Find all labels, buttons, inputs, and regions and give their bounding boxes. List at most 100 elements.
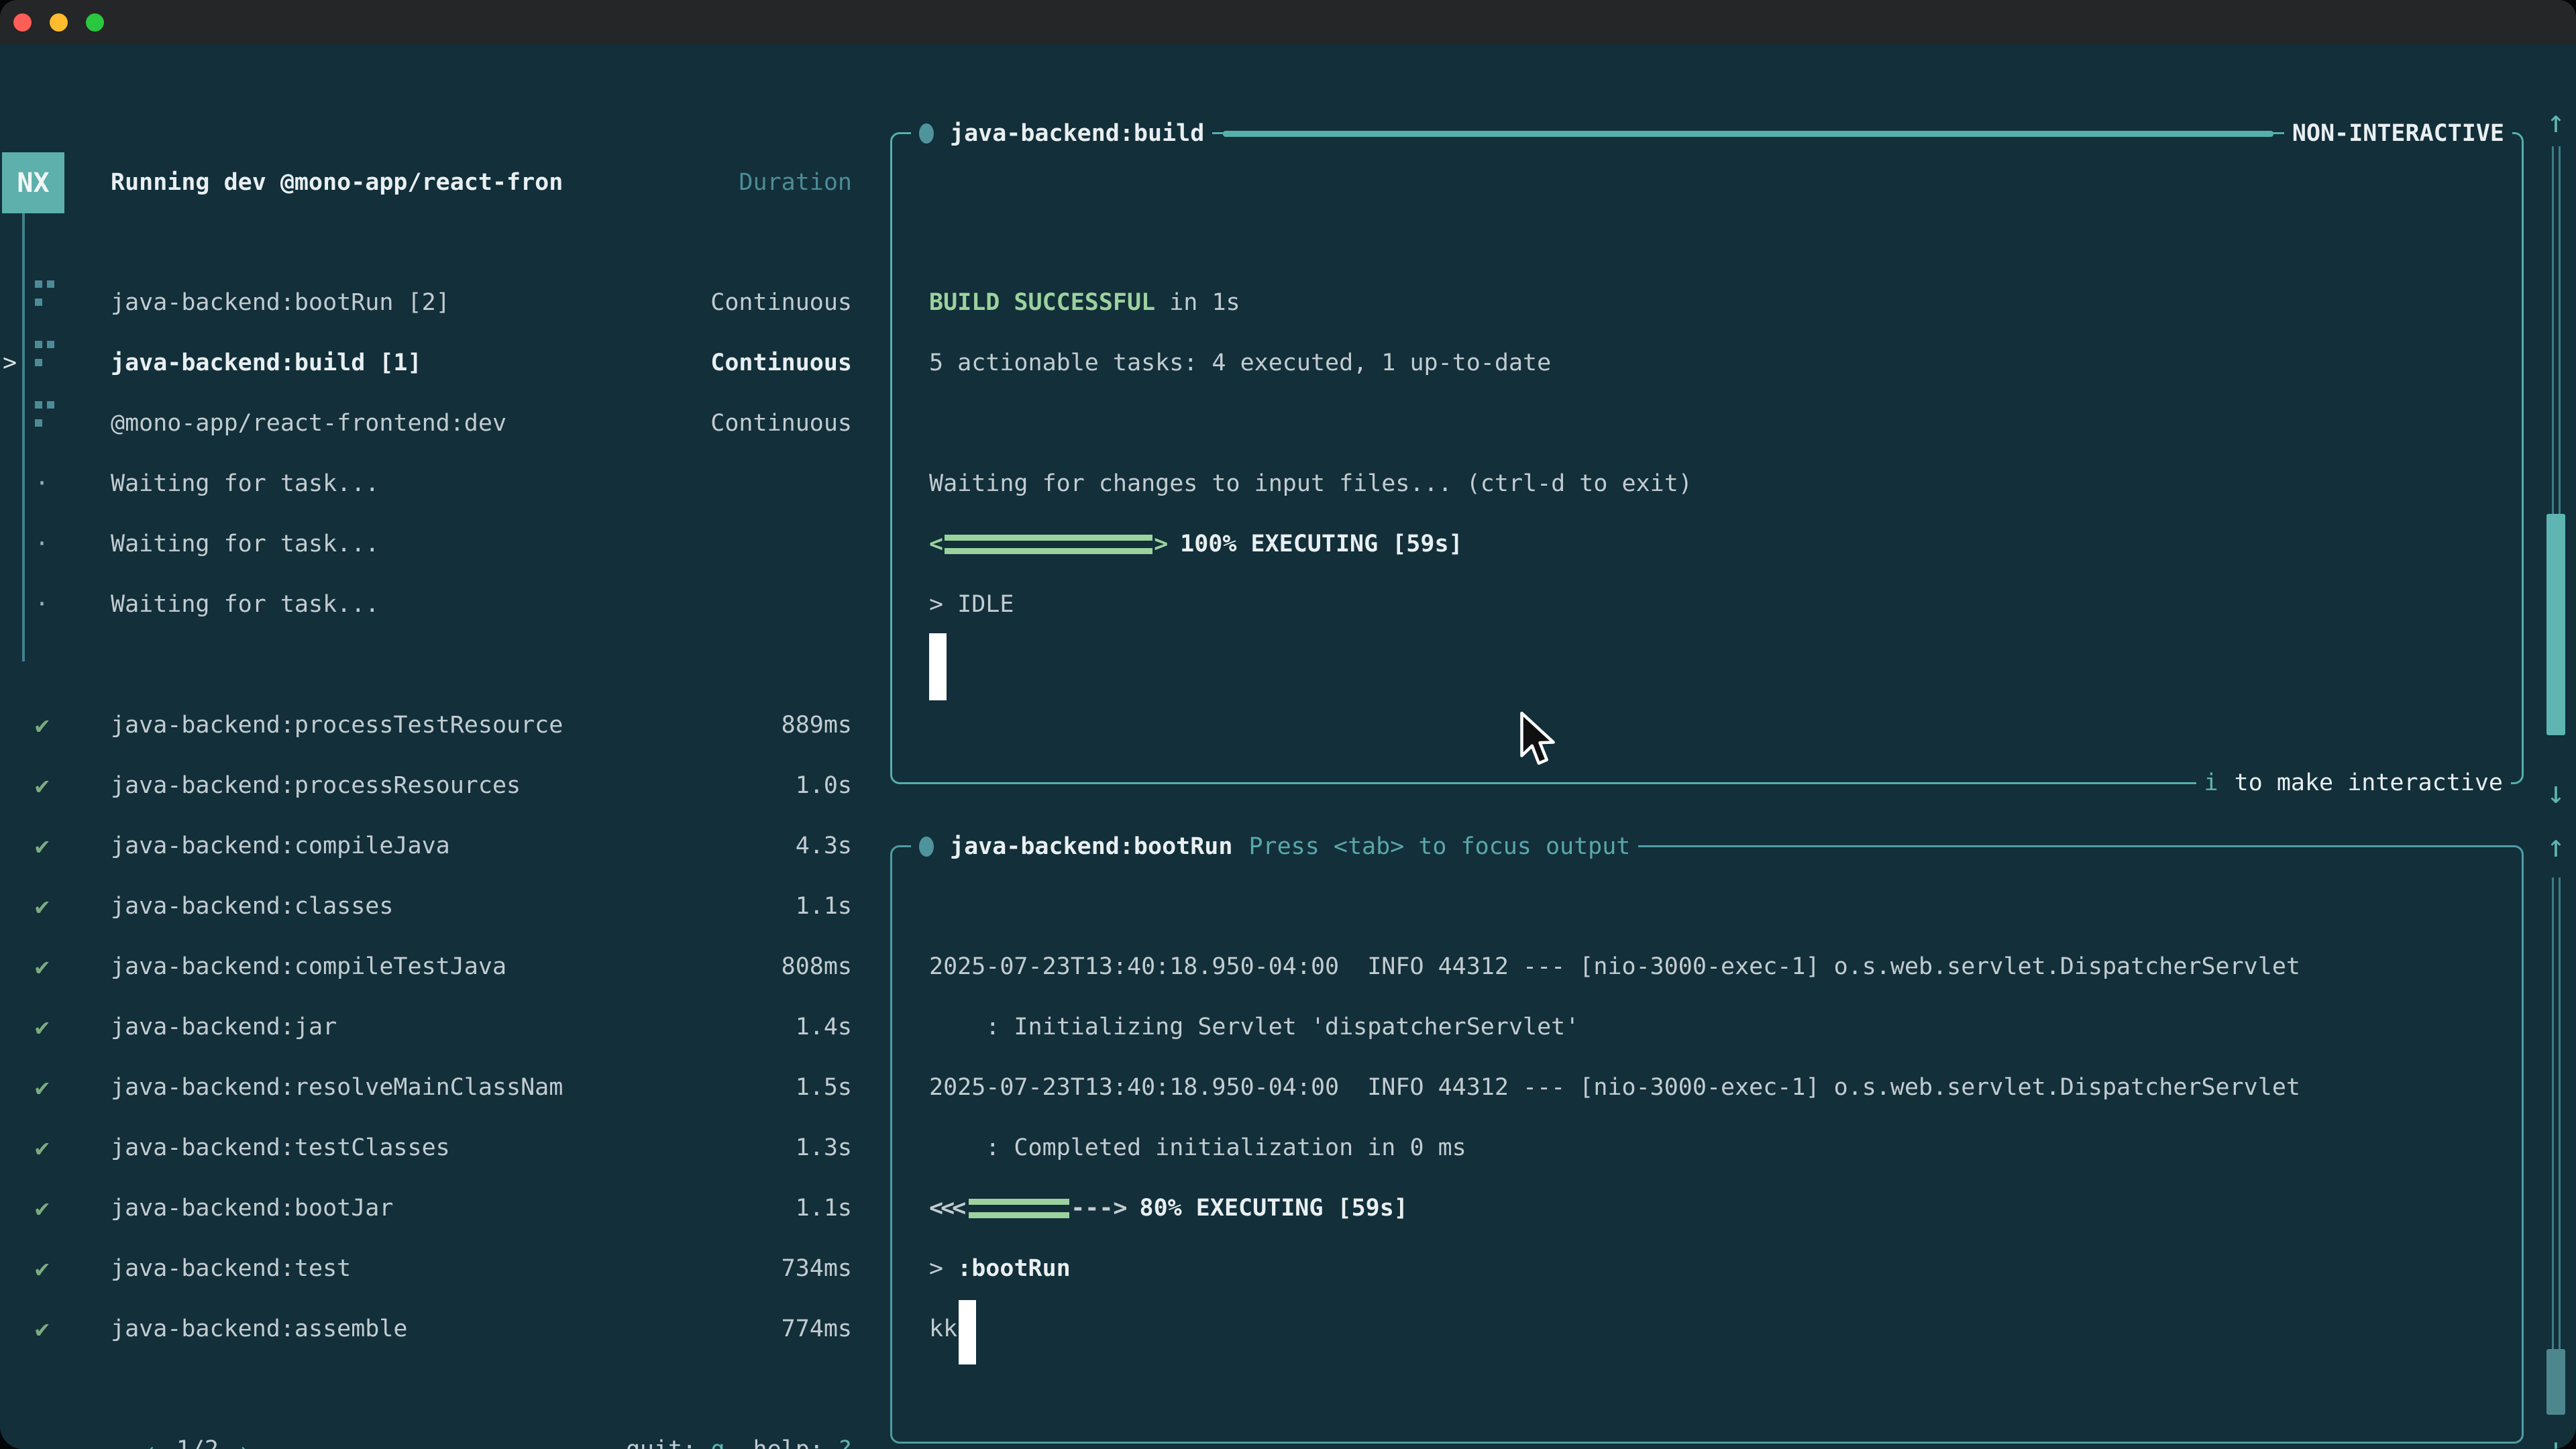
task-row[interactable]: java-backend:bootRun [2] Continuous [0, 272, 887, 333]
scrollbar-thumb[interactable] [2546, 514, 2565, 735]
build-progress-line: < >100% EXECUTING [59s] [929, 514, 2472, 574]
close-window-button[interactable] [13, 13, 32, 32]
page-prev-arrow[interactable]: ← [148, 1436, 162, 1449]
completed-task-row[interactable]: ✔ java-backend:bootJar 1.1s [0, 1178, 887, 1238]
make-interactive-caption: ito make interactive [2196, 753, 2511, 813]
spinner-icon [35, 341, 55, 368]
progress-label: 80% EXECUTING [59s] [1140, 1195, 1408, 1222]
task-row[interactable]: · Waiting for task... [0, 453, 887, 514]
bootrun-panel-title: java-backend:bootRun [942, 833, 1240, 860]
run-title: Running dev @mono-app/react-fron [111, 169, 563, 196]
completed-task-row[interactable]: ✔ java-backend:processTestResource 889ms [0, 695, 887, 755]
completed-task-row[interactable]: ✔ java-backend:processResources 1.0s [0, 755, 887, 816]
build-panel-header: java-backend:build NON-INTERACTIVE [911, 103, 2512, 164]
typed-input: kk [929, 1316, 957, 1342]
quit-key: q [710, 1436, 724, 1449]
build-tasks-summary: 5 actionable tasks: 4 executed, 1 up-to-… [929, 333, 2472, 393]
task-row-selected[interactable]: > java-backend:build [1] Continuous [0, 333, 887, 393]
help-key: ? [838, 1436, 852, 1449]
non-interactive-badge: NON-INTERACTIVE [2284, 120, 2512, 147]
check-icon: ✔ [35, 772, 50, 800]
scroll-down-arrow[interactable]: ↓ [2536, 762, 2576, 822]
command-caret: > [929, 1255, 957, 1282]
pagination: ← 1/2 → [35, 1409, 247, 1449]
completed-task-row[interactable]: ✔ java-backend:classes 1.1s [0, 876, 887, 936]
scrollbar-thumb[interactable] [2546, 1349, 2565, 1415]
build-panel-title: java-backend:build [942, 120, 1212, 147]
build-idle-line: > IDLE [929, 574, 2472, 635]
build-waiting-line: Waiting for changes to input files... (c… [929, 453, 2472, 514]
scroll-up-arrow[interactable]: ↑ [2536, 91, 2576, 152]
page-indicator: 1/2 [176, 1436, 219, 1449]
completed-task-row[interactable]: ✔ java-backend:resolveMainClassNam 1.5s [0, 1057, 887, 1118]
check-icon: ✔ [35, 953, 50, 981]
mouse-cursor-icon [1517, 712, 1556, 775]
completed-task-row[interactable]: ✔ java-backend:testClasses 1.3s [0, 1118, 887, 1178]
selection-caret: > [3, 350, 17, 376]
log-line: 2025-07-23T13:40:18.950-04:00 INFO 44312… [929, 1057, 2506, 1118]
bootrun-progress-line: <<< ---> 80% EXECUTING [59s] [929, 1178, 2506, 1238]
check-icon: ✔ [35, 1134, 50, 1162]
build-successful-text: BUILD SUCCESSFUL [929, 289, 1155, 316]
spinner-icon [35, 401, 55, 428]
minimize-window-button[interactable] [50, 13, 68, 32]
progress-label: 100% EXECUTING [59s] [1180, 531, 1462, 557]
completed-task-row[interactable]: ✔ java-backend:assemble 774ms [0, 1299, 887, 1359]
title-bar [0, 0, 2576, 44]
page-next-arrow[interactable]: → [233, 1436, 247, 1449]
progress-close-bracket: > [1154, 531, 1168, 557]
log-line: 2025-07-23T13:40:18.950-04:00 INFO 44312… [929, 936, 2506, 997]
interactive-key[interactable]: i [2196, 769, 2226, 796]
completed-task-row[interactable]: ✔ java-backend:compileTestJava 808ms [0, 936, 887, 997]
progress-open-bracket: < [929, 531, 943, 557]
task-row[interactable]: @mono-app/react-frontend:dev Continuous [0, 393, 887, 453]
bootrun-terminal-cursor [959, 1300, 976, 1364]
log-line: : Completed initialization in 0 ms [929, 1118, 2506, 1178]
scroll-down-arrow[interactable]: ↓ [2536, 1418, 2576, 1449]
progress-bar [945, 535, 1152, 554]
check-icon: ✔ [35, 1195, 50, 1222]
keybind-hints: quit: q help: ? [513, 1409, 852, 1449]
panel-header-rule [1223, 131, 2273, 137]
waiting-bullet-icon: · [35, 531, 49, 557]
task-list-footer: ← 1/2 → quit: q help: ? [0, 1419, 887, 1449]
status-dot-icon [911, 123, 942, 144]
check-icon: ✔ [35, 1074, 50, 1102]
bootrun-panel-header: java-backend:bootRun Press <tab> to focu… [911, 816, 2512, 877]
progress-open-bracket: <<< [929, 1195, 963, 1222]
check-icon: ✔ [35, 1255, 50, 1283]
scroll-up-arrow[interactable]: ↑ [2536, 816, 2576, 876]
scrollbar-track[interactable] [2552, 877, 2561, 1349]
interactive-caption-text: to make interactive [2226, 769, 2511, 796]
status-dot-icon [911, 837, 942, 857]
log-line: : Initializing Servlet 'dispatcherServle… [929, 997, 2506, 1057]
quit-hint-label: quit: [626, 1436, 696, 1449]
completed-task-row[interactable]: ✔ java-backend:compileJava 4.3s [0, 816, 887, 876]
scrollbar-track[interactable] [2552, 146, 2561, 514]
completed-task-row[interactable]: ✔ java-backend:jar 1.4s [0, 997, 887, 1057]
spinner-icon [35, 280, 55, 307]
check-icon: ✔ [35, 833, 50, 860]
build-status-line: BUILD SUCCESSFUL in 1s [929, 272, 2472, 333]
duration-column-header: Duration [739, 169, 852, 196]
progress-bar [969, 1199, 1069, 1218]
check-icon: ✔ [35, 1014, 50, 1041]
check-icon: ✔ [35, 893, 50, 920]
waiting-bullet-icon: · [35, 470, 49, 497]
progress-dashes: ---> [1071, 1195, 1127, 1222]
task-row[interactable]: · Waiting for task... [0, 574, 887, 635]
focus-output-hint: Press <tab> to focus output [1240, 833, 1638, 860]
help-hint-label: help: [753, 1436, 823, 1449]
task-list-header: Running dev @mono-app/react-fron Duratio… [0, 152, 887, 213]
completed-task-row[interactable]: ✔ java-backend:test 734ms [0, 1238, 887, 1299]
check-icon: ✔ [35, 712, 50, 739]
zoom-window-button[interactable] [86, 13, 104, 32]
check-icon: ✔ [35, 1316, 50, 1343]
task-row[interactable]: · Waiting for task... [0, 514, 887, 574]
waiting-bullet-icon: · [35, 591, 49, 618]
build-terminal-cursor [929, 633, 947, 700]
bootrun-command-line: > :bootRun [929, 1238, 2506, 1299]
command-text: :bootRun [957, 1255, 1071, 1282]
terminal-window: NX Running dev @mono-app/react-fron Dura… [0, 0, 2576, 1449]
bootrun-input-line[interactable]: kk [929, 1299, 2506, 1359]
